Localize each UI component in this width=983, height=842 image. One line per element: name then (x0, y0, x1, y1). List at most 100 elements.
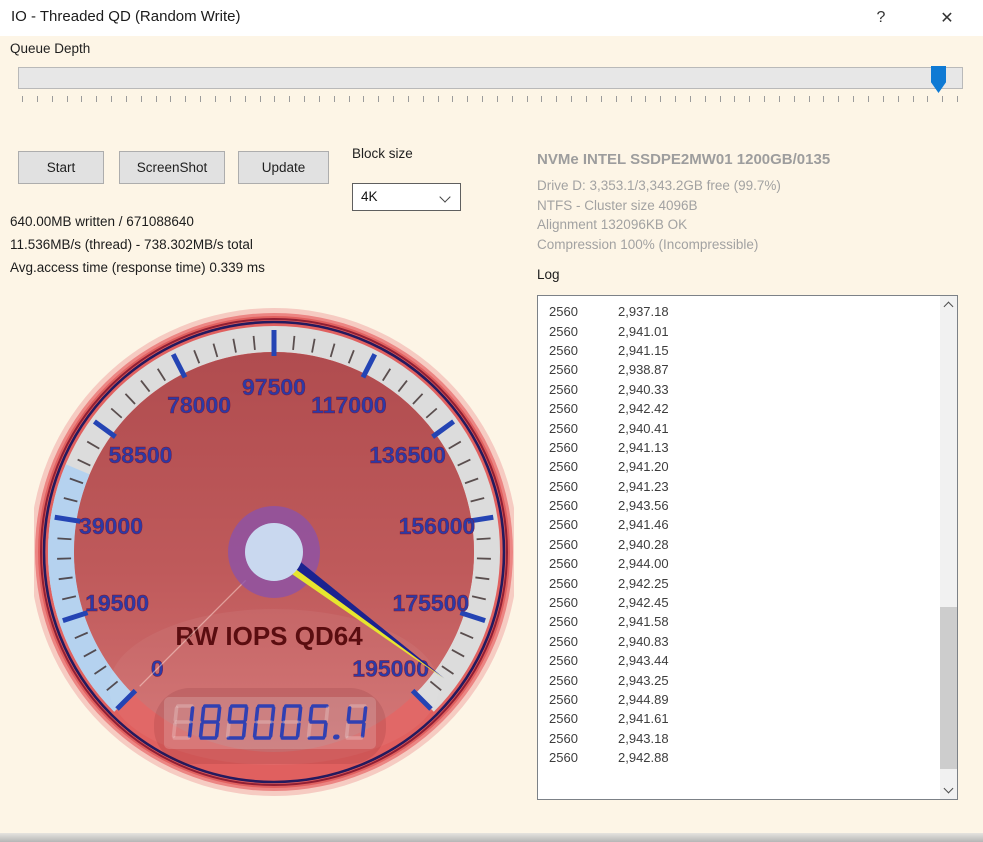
block-size-select[interactable]: 4K (352, 183, 461, 211)
log-label: Log (537, 267, 560, 282)
log-row[interactable]: 25602,942.88 (538, 748, 939, 767)
queue-depth-slider-track[interactable] (18, 67, 963, 89)
log-row[interactable]: 25602,941.01 (538, 321, 939, 340)
log-col-iops: 2,940.41 (618, 421, 669, 436)
dialog-io-threaded-qd: IO - Threaded QD (Random Write) ? ✕ Queu… (0, 0, 983, 842)
log-row[interactable]: 25602,943.44 (538, 651, 939, 670)
log-col-qd: 2560 (549, 692, 618, 707)
log-row[interactable]: 25602,941.46 (538, 515, 939, 534)
svg-text:78000: 78000 (167, 392, 231, 418)
log-col-qd: 2560 (549, 711, 618, 726)
iops-gauge: 0195003900058500780009750011700013650015… (34, 307, 514, 797)
svg-text:97500: 97500 (242, 374, 306, 400)
log-col-iops: 2,941.61 (618, 711, 669, 726)
log-col-iops: 2,942.45 (618, 595, 669, 610)
svg-text:19500: 19500 (85, 590, 149, 616)
log-col-qd: 2560 (549, 479, 618, 494)
chevron-down-icon (944, 784, 954, 794)
log-scrollbar[interactable] (940, 296, 957, 799)
block-size-value: 4K (361, 189, 378, 204)
log-col-iops: 2,941.46 (618, 517, 669, 532)
log-row[interactable]: 25602,941.58 (538, 612, 939, 631)
close-button[interactable]: ✕ (925, 0, 969, 36)
log-row[interactable]: 25602,941.61 (538, 709, 939, 728)
log-col-qd: 2560 (549, 731, 618, 746)
log-col-iops: 2,941.58 (618, 614, 669, 629)
titlebar: IO - Threaded QD (Random Write) ? ✕ (0, 0, 983, 36)
log-col-iops: 2,942.88 (618, 750, 669, 765)
log-col-qd: 2560 (549, 304, 618, 319)
log-col-qd: 2560 (549, 653, 618, 668)
log-row[interactable]: 25602,940.28 (538, 535, 939, 554)
log-row[interactable]: 25602,940.33 (538, 380, 939, 399)
drive-filesystem: NTFS - Cluster size 4096B (537, 196, 781, 216)
log-col-iops: 2,943.56 (618, 498, 669, 513)
log-col-qd: 2560 (549, 595, 618, 610)
screenshot-button[interactable]: ScreenShot (119, 151, 225, 184)
log-row[interactable]: 25602,942.45 (538, 593, 939, 612)
log-col-iops: 2,941.20 (618, 459, 669, 474)
chevron-down-icon (439, 191, 450, 202)
log-col-qd: 2560 (549, 498, 618, 513)
log-col-qd: 2560 (549, 634, 618, 649)
log-row[interactable]: 25602,940.83 (538, 632, 939, 651)
log-row[interactable]: 25602,941.23 (538, 477, 939, 496)
log-row[interactable]: 25602,941.15 (538, 341, 939, 360)
svg-text:136500: 136500 (369, 442, 446, 468)
scroll-down-button[interactable] (940, 782, 957, 799)
log-row[interactable]: 25602,937.18 (538, 302, 939, 321)
log-listbox[interactable]: 25602,937.1825602,941.0125602,941.152560… (537, 295, 958, 800)
log-col-qd: 2560 (549, 517, 618, 532)
log-col-iops: 2,943.18 (618, 731, 669, 746)
chevron-up-icon (944, 302, 954, 312)
log-col-qd: 2560 (549, 401, 618, 416)
drive-details: Drive D: 3,353.1/3,343.2GB free (99.7%) … (537, 176, 781, 254)
stat-speed: 11.536MB/s (thread) - 738.302MB/s total (10, 233, 265, 256)
window-bottom-edge (0, 833, 983, 842)
log-col-qd: 2560 (549, 750, 618, 765)
drive-alignment: Alignment 132096KB OK (537, 215, 781, 235)
log-row[interactable]: 25602,944.89 (538, 690, 939, 709)
log-row[interactable]: 25602,941.20 (538, 457, 939, 476)
log-col-qd: 2560 (549, 440, 618, 455)
log-col-iops: 2,940.83 (618, 634, 669, 649)
log-row[interactable]: 25602,944.00 (538, 554, 939, 573)
log-row[interactable]: 25602,938.87 (538, 360, 939, 379)
log-col-iops: 2,937.18 (618, 304, 669, 319)
log-row[interactable]: 25602,942.42 (538, 399, 939, 418)
log-col-iops: 2,938.87 (618, 362, 669, 377)
stat-access-time: Avg.access time (response time) 0.339 ms (10, 256, 265, 279)
log-col-iops: 2,943.25 (618, 673, 669, 688)
queue-depth-slider-ticks (18, 96, 963, 104)
log-row[interactable]: 25602,940.41 (538, 418, 939, 437)
help-button[interactable]: ? (859, 0, 903, 36)
log-col-iops: 2,942.42 (618, 401, 669, 416)
log-row[interactable]: 25602,943.18 (538, 729, 939, 748)
log-rows: 25602,937.1825602,941.0125602,941.152560… (538, 302, 939, 797)
log-col-iops: 2,941.13 (618, 440, 669, 455)
log-col-qd: 2560 (549, 556, 618, 571)
scroll-up-button[interactable] (940, 296, 957, 313)
stat-written: 640.00MB written / 671088640 (10, 210, 265, 233)
log-col-iops: 2,944.00 (618, 556, 669, 571)
svg-text:39000: 39000 (79, 513, 143, 539)
scrollbar-thumb[interactable] (940, 607, 957, 769)
log-row[interactable]: 25602,943.25 (538, 670, 939, 689)
log-col-iops: 2,940.28 (618, 537, 669, 552)
log-col-iops: 2,941.23 (618, 479, 669, 494)
stats-block: 640.00MB written / 671088640 11.536MB/s … (10, 210, 265, 279)
log-col-qd: 2560 (549, 343, 618, 358)
log-col-qd: 2560 (549, 537, 618, 552)
log-row[interactable]: 25602,941.13 (538, 438, 939, 457)
log-col-qd: 2560 (549, 459, 618, 474)
log-col-iops: 2,941.01 (618, 324, 669, 339)
log-col-iops: 2,941.15 (618, 343, 669, 358)
log-col-qd: 2560 (549, 673, 618, 688)
log-col-qd: 2560 (549, 576, 618, 591)
log-col-qd: 2560 (549, 614, 618, 629)
start-button[interactable]: Start (18, 151, 104, 184)
log-row[interactable]: 25602,943.56 (538, 496, 939, 515)
log-col-qd: 2560 (549, 421, 618, 436)
update-button[interactable]: Update (238, 151, 329, 184)
log-row[interactable]: 25602,942.25 (538, 573, 939, 592)
